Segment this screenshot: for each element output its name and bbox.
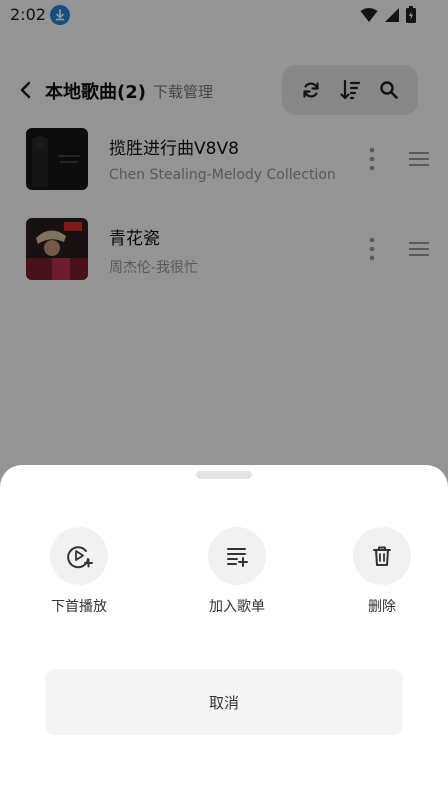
delete-action[interactable]: 删除 <box>337 527 427 616</box>
add-to-playlist-icon <box>227 548 248 567</box>
play-next-label: 下首播放 <box>51 599 107 615</box>
sheet-drag-handle[interactable] <box>196 471 252 479</box>
delete-label: 删除 <box>368 599 396 615</box>
play-next-action[interactable]: 下首播放 <box>34 527 124 616</box>
cancel-button[interactable]: 取消 <box>45 669 403 735</box>
add-to-playlist-label: 加入歌单 <box>209 599 265 615</box>
bottom-sheet: 下首播放 加入歌单 删除 取消 <box>0 465 448 796</box>
play-next-icon <box>67 546 93 569</box>
add-to-playlist-action[interactable]: 加入歌单 <box>192 527 282 616</box>
trash-icon <box>373 546 391 566</box>
